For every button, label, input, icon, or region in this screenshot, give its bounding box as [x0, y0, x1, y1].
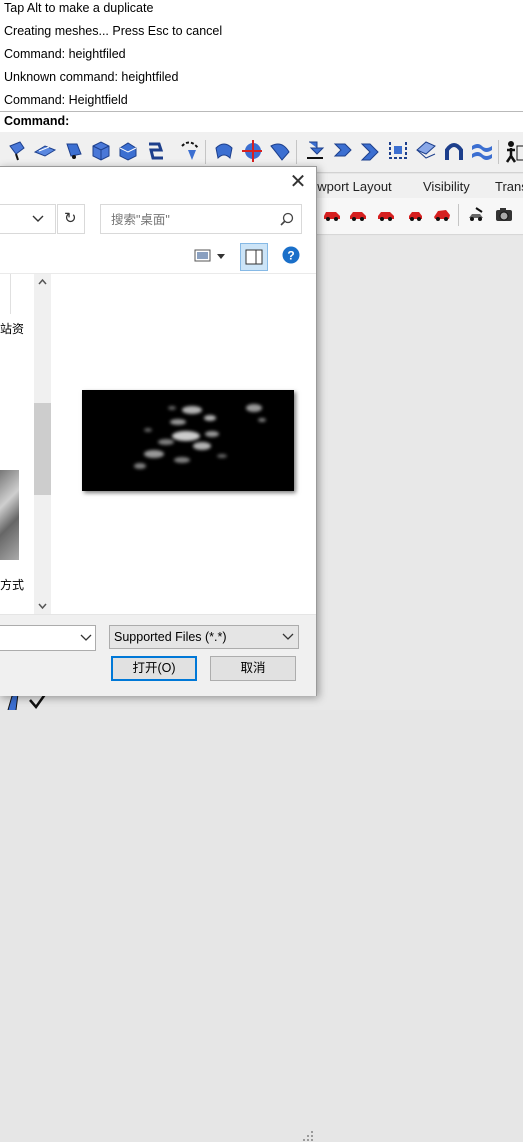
- preview-pane-icon: [245, 249, 263, 265]
- navigation-pane[interactable]: 站资 方式: [0, 274, 34, 614]
- surface-flat-icon[interactable]: [33, 138, 57, 164]
- chevron-down-icon[interactable]: [282, 633, 294, 641]
- filename-field[interactable]: [0, 625, 96, 651]
- solid-tool-icon[interactable]: [116, 138, 140, 164]
- resize-grip-icon[interactable]: [302, 1130, 314, 1142]
- split-tool-icon[interactable]: [414, 138, 438, 164]
- open-file-dialog: ✕ ↻ ? 站资 方式: [0, 166, 317, 1141]
- surface-blend-icon[interactable]: [62, 138, 86, 164]
- nav-item-label[interactable]: 站资: [0, 320, 24, 337]
- scroll-down-icon[interactable]: [37, 600, 48, 611]
- preview-pane: [51, 274, 316, 614]
- fillet-surface-icon[interactable]: [358, 138, 382, 164]
- command-input[interactable]: [74, 113, 518, 131]
- heightfield-preview-image: [82, 390, 294, 491]
- patch-tool-icon[interactable]: [268, 138, 292, 164]
- svg-text:?: ?: [287, 249, 294, 263]
- nav-item-label[interactable]: 方式: [0, 576, 24, 593]
- history-line: Creating meshes... Press Esc to cancel: [4, 24, 223, 38]
- viewport-area[interactable]: [300, 236, 523, 710]
- offset-surface-icon[interactable]: [303, 138, 327, 164]
- car-icon[interactable]: [322, 206, 342, 222]
- close-button[interactable]: ✕: [288, 172, 308, 193]
- cancel-button[interactable]: 取消: [210, 656, 296, 681]
- history-line: Command: Heightfield: [4, 93, 128, 107]
- search-input[interactable]: [109, 210, 273, 230]
- car-icon[interactable]: [432, 206, 452, 222]
- arch-tool-icon[interactable]: [442, 138, 466, 164]
- help-icon[interactable]: ?: [282, 246, 300, 264]
- point-edit-icon[interactable]: [240, 138, 264, 164]
- search-icon[interactable]: [279, 211, 295, 227]
- wave-surface-icon[interactable]: [470, 138, 494, 164]
- car-icon[interactable]: [348, 206, 368, 222]
- history-line: Unknown command: heightfiled: [4, 70, 179, 84]
- history-line: Command: heightfiled: [4, 47, 126, 61]
- command-prompt-label: Command:: [4, 114, 70, 128]
- camera-icon[interactable]: [494, 206, 514, 222]
- surface-tool-icon[interactable]: [6, 138, 30, 164]
- loft-tool-icon[interactable]: [212, 138, 236, 164]
- folder-thumbnail[interactable]: [0, 470, 19, 560]
- tab-visibility[interactable]: Visibility: [423, 174, 470, 198]
- history-line: Tap Alt to make a duplicate: [4, 1, 154, 15]
- tab-bar: ewport Layout Visibility Trans: [300, 174, 523, 198]
- chevron-down-icon[interactable]: [80, 634, 92, 642]
- file-type-select[interactable]: Supported Files (*.*): [109, 625, 299, 649]
- rail-revolve-icon[interactable]: [178, 138, 202, 164]
- change-view-icon[interactable]: [192, 247, 214, 265]
- preview-pane-button[interactable]: [240, 243, 268, 271]
- refresh-button[interactable]: ↻: [57, 204, 85, 234]
- command-history: Tap Alt to make a duplicate Creating mes…: [0, 0, 523, 112]
- trim-tool-icon[interactable]: [386, 138, 410, 164]
- box-tool-icon[interactable]: [89, 138, 113, 164]
- filename-input[interactable]: [2, 629, 76, 647]
- car-icon[interactable]: [376, 206, 396, 222]
- address-bar[interactable]: [0, 204, 56, 234]
- tab-viewport-layout[interactable]: ewport Layout: [310, 174, 392, 198]
- car-icon[interactable]: [406, 206, 426, 222]
- search-field[interactable]: [100, 204, 302, 234]
- nav-scrollbar[interactable]: [34, 274, 51, 614]
- open-button[interactable]: 打开(O): [111, 656, 197, 681]
- refresh-icon: ↻: [64, 210, 77, 227]
- file-type-value: Supported Files (*.*): [114, 630, 227, 644]
- dialog-footer: Supported Files (*.*) 打开(O) 取消: [0, 614, 316, 1141]
- view-menu-arrow-icon[interactable]: [216, 251, 226, 261]
- tab-transform[interactable]: Trans: [495, 174, 523, 198]
- walk-tool-icon[interactable]: [503, 138, 523, 164]
- scroll-up-icon[interactable]: [37, 277, 48, 288]
- scroll-thumb[interactable]: [34, 403, 51, 495]
- sweep-tool-icon[interactable]: [143, 138, 167, 164]
- extend-surface-icon[interactable]: [331, 138, 355, 164]
- chevron-down-icon[interactable]: [30, 210, 46, 226]
- render-icon[interactable]: [466, 206, 486, 222]
- command-line[interactable]: Command:: [0, 111, 523, 133]
- tab-toolbar: [300, 198, 523, 235]
- nav-item-placeholder: [0, 274, 11, 314]
